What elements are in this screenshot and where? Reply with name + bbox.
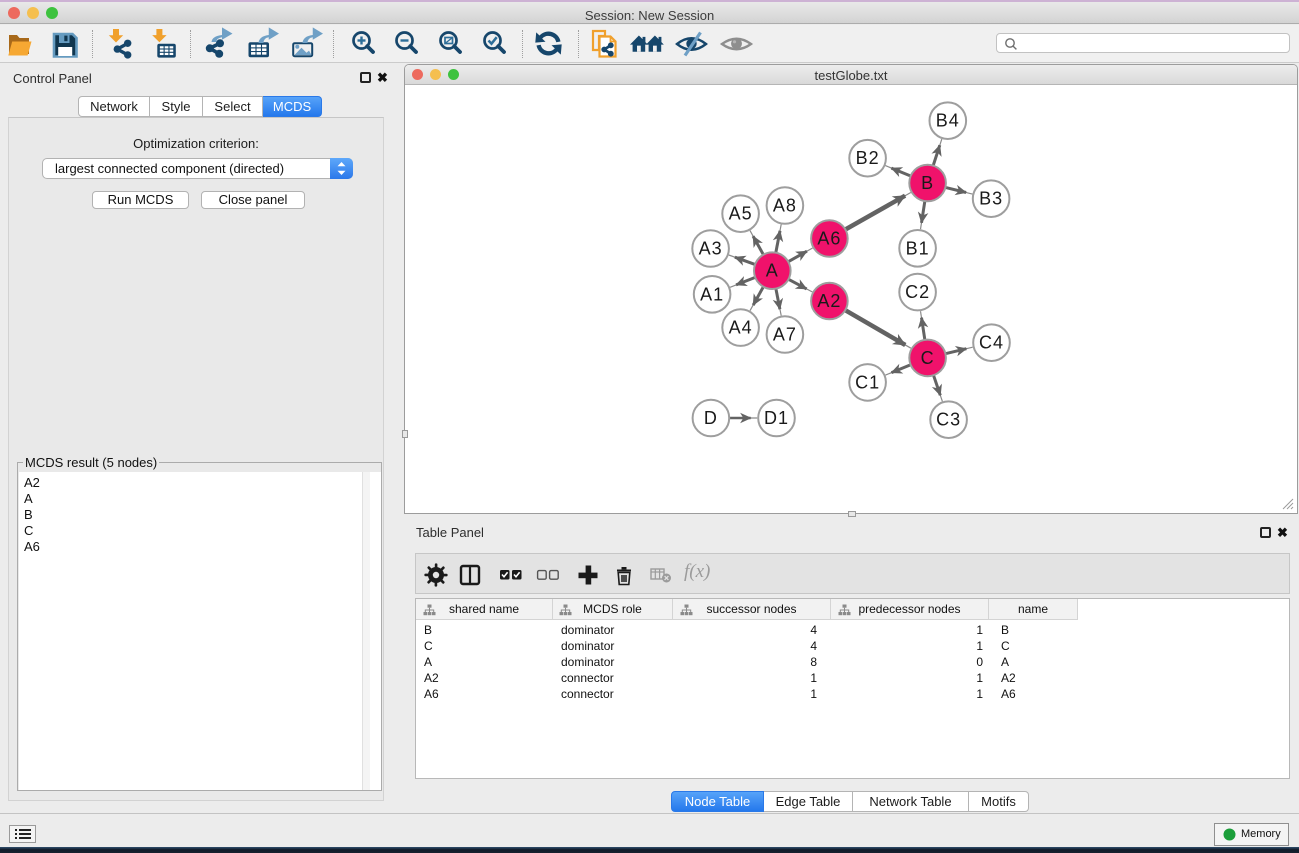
svg-text:A: A <box>766 261 779 281</box>
svg-text:C3: C3 <box>936 410 961 430</box>
svg-text:A2: A2 <box>817 291 841 311</box>
svg-text:A3: A3 <box>699 239 723 259</box>
svg-text:A8: A8 <box>773 196 797 216</box>
svg-text:B2: B2 <box>856 148 880 168</box>
svg-text:D: D <box>704 408 718 428</box>
svg-text:B3: B3 <box>979 189 1003 209</box>
svg-text:C1: C1 <box>855 372 880 392</box>
svg-text:B1: B1 <box>906 238 930 258</box>
svg-text:A4: A4 <box>729 318 753 338</box>
svg-text:A5: A5 <box>729 204 753 224</box>
svg-text:C4: C4 <box>979 333 1004 353</box>
svg-text:A7: A7 <box>773 325 797 345</box>
svg-text:C: C <box>921 348 935 368</box>
svg-text:C2: C2 <box>905 282 930 302</box>
svg-text:A1: A1 <box>700 284 724 304</box>
svg-text:D1: D1 <box>764 408 789 428</box>
svg-text:B4: B4 <box>936 111 960 131</box>
svg-text:B: B <box>921 173 934 193</box>
svg-text:A6: A6 <box>817 229 841 249</box>
